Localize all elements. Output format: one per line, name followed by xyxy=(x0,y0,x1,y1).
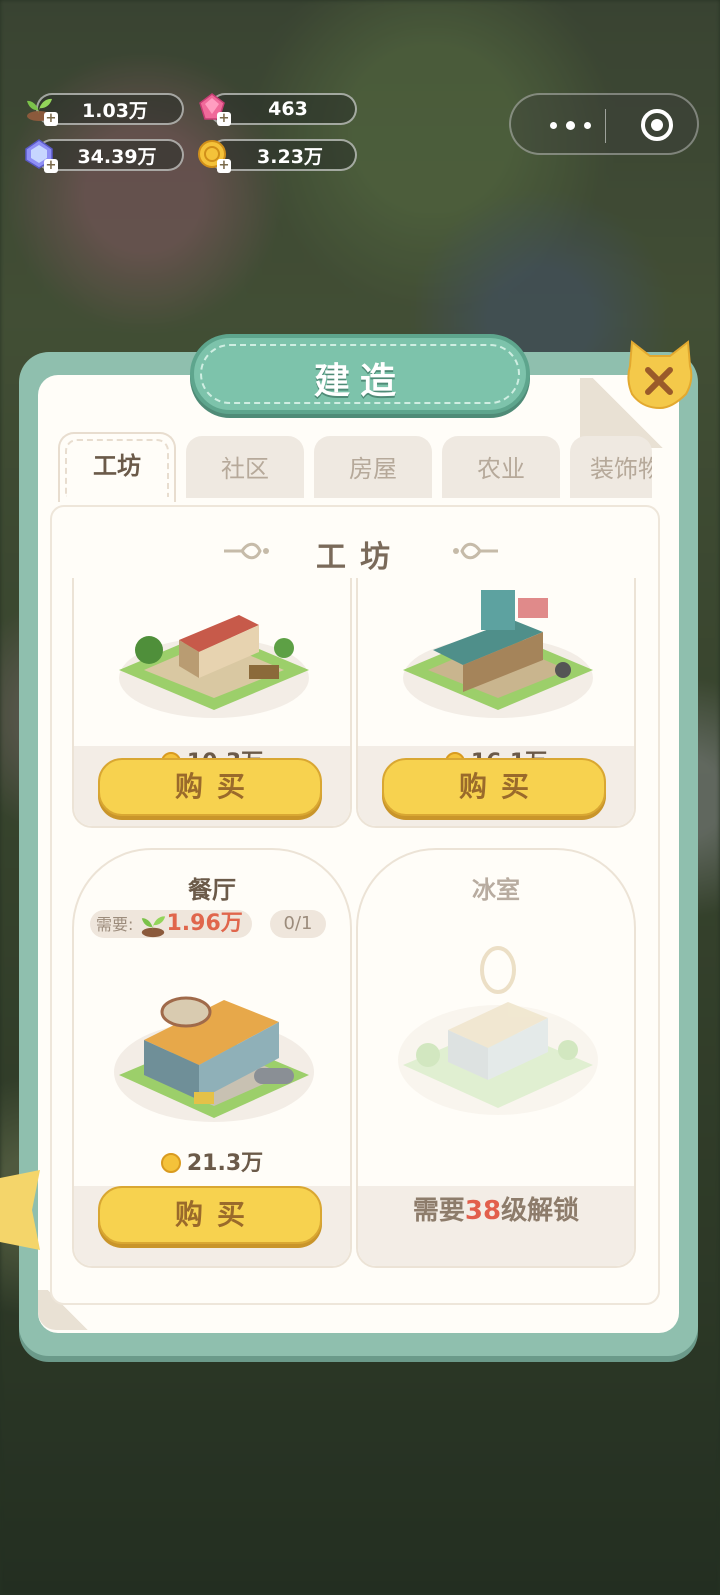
dialog-title-plate: 建造 xyxy=(190,334,530,414)
price-value: 21.3万 xyxy=(186,1151,264,1176)
building-price: 21.3万 xyxy=(74,1145,350,1177)
resource-crystal[interactable]: 34.39万 xyxy=(36,139,184,171)
workshop-building-image xyxy=(119,615,309,718)
tab-community[interactable]: 社区 xyxy=(186,436,304,498)
buy-button-label: 购买 xyxy=(458,770,543,803)
building-grid: 10.3万 购买 16.1万 购买 餐厅 需要: 1.96万 xyxy=(70,578,652,1268)
building-name: 餐厅 xyxy=(188,876,236,904)
tab-workshop[interactable]: 工坊 xyxy=(58,432,176,502)
garage-building-image xyxy=(403,590,593,718)
buy-button[interactable]: 购买 xyxy=(98,1186,322,1244)
section-title: 工坊 xyxy=(316,540,404,575)
buy-button[interactable]: 购买 xyxy=(382,758,606,816)
restaurant-building-image xyxy=(114,996,314,1122)
resource-coin-value: 3.23万 xyxy=(257,145,323,168)
unlock-suffix: 级解锁 xyxy=(501,1196,580,1226)
building-card-restaurant: 餐厅 需要: 1.96万 0/1 21.3万 购买 xyxy=(72,848,352,1268)
tab-agriculture-label: 农业 xyxy=(477,455,525,483)
more-menu-icon[interactable] xyxy=(541,105,601,143)
resource-crystal-value: 34.39万 xyxy=(77,145,157,168)
buy-button-label: 购买 xyxy=(174,1198,259,1231)
resource-gem-value: 463 xyxy=(268,98,308,120)
resource-sprout[interactable]: 1.03万 xyxy=(36,93,184,125)
buy-button[interactable]: 购买 xyxy=(98,758,322,816)
unlock-prefix: 需要 xyxy=(412,1196,465,1226)
building-card-icehouse-locked: 冰室 需要38级解锁 xyxy=(356,848,636,1268)
cat-close-icon xyxy=(627,340,693,410)
pink-gem-icon: + xyxy=(197,92,231,126)
tab-community-label: 社区 xyxy=(221,455,269,483)
buy-button-label: 购买 xyxy=(174,770,259,803)
close-miniprogram-icon[interactable] xyxy=(640,108,674,142)
tab-decoration[interactable]: 装饰物 xyxy=(570,436,652,498)
unlock-level: 38 xyxy=(464,1196,502,1226)
tab-agriculture[interactable]: 农业 xyxy=(442,436,560,498)
sprout-icon xyxy=(141,916,165,938)
resource-gem[interactable]: 463 xyxy=(209,93,357,125)
coin-icon xyxy=(160,1153,181,1173)
title-ornament-right xyxy=(453,542,498,560)
building-card: 16.1万 购买 xyxy=(356,578,636,828)
requirement-value: 1.96万 xyxy=(166,911,243,936)
tab-house[interactable]: 房屋 xyxy=(314,436,432,498)
tab-decoration-label: 装饰物 xyxy=(590,455,652,483)
tab-house-label: 房屋 xyxy=(349,455,397,483)
dialog-title: 建造 xyxy=(313,361,406,402)
capsule-divider xyxy=(605,109,606,143)
gold-coin-icon: + xyxy=(197,139,231,173)
miniprogram-capsule xyxy=(509,93,699,155)
requirement-label: 需要: xyxy=(96,915,134,934)
blue-crystal-icon: + xyxy=(24,139,58,173)
resource-sprout-value: 1.03万 xyxy=(82,99,148,122)
building-name: 冰室 xyxy=(472,876,520,904)
icehouse-building-image-locked xyxy=(398,946,598,1115)
sprout-icon: + xyxy=(24,92,58,126)
unlock-requirement-text: 需要38级解锁 xyxy=(358,1190,634,1227)
build-count: 0/1 xyxy=(270,910,326,938)
resource-coin[interactable]: 3.23万 xyxy=(209,139,357,171)
requirement-pill: 需要: 1.96万 xyxy=(90,910,252,938)
tab-workshop-label: 工坊 xyxy=(93,452,141,480)
building-card: 10.3万 购买 xyxy=(72,578,352,828)
close-dialog-button[interactable] xyxy=(622,340,698,412)
